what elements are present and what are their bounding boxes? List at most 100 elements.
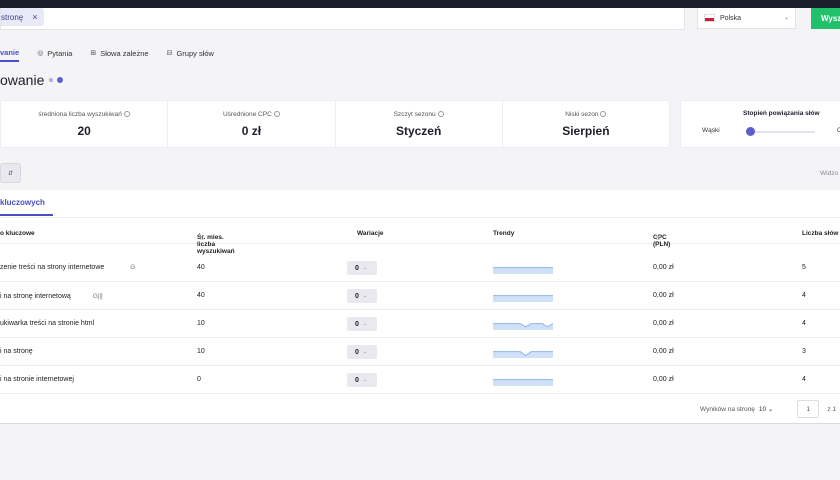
keyword-cell[interactable]: i na stronę internetową G|∥ xyxy=(0,292,103,300)
chevron-down-icon: ⌄ xyxy=(362,293,368,299)
page-count: z 1 xyxy=(827,405,837,413)
tab-label: Słowa zależne xyxy=(100,48,149,58)
tab-keywords[interactable]: kluczowych xyxy=(0,190,53,216)
info-icon[interactable] xyxy=(123,111,130,118)
translate-icon: ≋ xyxy=(48,77,54,84)
variations-value: 0 xyxy=(355,348,359,356)
stat-value: Sierpień xyxy=(562,124,610,138)
sparkline-svg xyxy=(493,379,553,386)
info-icon[interactable] xyxy=(273,111,280,118)
page-input[interactable]: 1 xyxy=(797,400,820,418)
keyword-text: i na stronie internetowej xyxy=(0,376,74,383)
trend-sparkline xyxy=(493,266,553,276)
tab-icon: ⊞ xyxy=(90,50,97,57)
keyword-cell[interactable]: ukiwarka treści na stronie html xyxy=(0,320,94,327)
country-name: Polska xyxy=(720,14,742,22)
country-select[interactable]: Polska ⌄ xyxy=(697,8,796,29)
table-header: o kluczowe Śr. mies. liczba wyszukiwań ⇅ … xyxy=(0,226,840,255)
per-page-select[interactable]: 10 ⌄ xyxy=(759,405,774,413)
keyword-text: i na stronę internetową xyxy=(0,293,71,300)
stat-label-text: średniona liczba wyszukiwań xyxy=(38,111,122,118)
search-row: stronę × Polska ⌄ Wysz xyxy=(0,8,840,38)
chevron-down-icon: ⌄ xyxy=(783,15,789,21)
filter-button[interactable]: ⇵ xyxy=(0,163,21,183)
stat-value: 0 zł xyxy=(241,124,262,138)
cpc-cell: 0,00 zł xyxy=(653,320,674,327)
word-count-cell: 4 xyxy=(802,320,806,327)
stats-panel: średniona liczba wyszukiwań 20 Uśrednione … xyxy=(0,100,670,148)
stat-card: Szczyt sezonu Styczeń xyxy=(336,101,503,147)
sort-icon: ⇅ xyxy=(655,235,661,242)
tab-icon: ◎ xyxy=(37,50,44,57)
google-icon[interactable]: G|∥ xyxy=(93,293,103,300)
sparkline-svg xyxy=(493,351,553,358)
poland-flag-icon xyxy=(704,14,715,22)
tab-label: Pytania xyxy=(47,48,73,58)
table-row[interactable]: i na stronę 10 0 ⌄ 0,00 zł 3 xyxy=(0,338,840,366)
variations-dropdown[interactable]: 0 ⌄ xyxy=(347,317,377,331)
variations-value: 0 xyxy=(355,264,359,272)
keyword-search-input[interactable]: stronę × xyxy=(0,8,685,30)
header-count[interactable]: Liczba słów xyxy=(802,230,838,237)
relatedness-slider-handle[interactable] xyxy=(746,127,755,136)
variations-dropdown[interactable]: 0 ⌄ xyxy=(347,345,377,359)
tab-1[interactable]: ◎ Pytania xyxy=(37,44,72,62)
stat-card: Niski sezon Sierpień xyxy=(503,101,669,147)
info-icon[interactable] xyxy=(437,111,444,118)
relatedness-panel: Stopień powiązania słów Wąski O xyxy=(680,100,840,148)
keyword-text: ukiwarka treści na stronie html xyxy=(0,320,95,327)
google-icon[interactable]: G xyxy=(130,264,135,271)
variations-dropdown[interactable]: 0 ⌄ xyxy=(347,261,377,275)
chevron-down-icon: ⌄ xyxy=(362,377,368,383)
header-trends: Trendy xyxy=(493,230,515,237)
keyword-cell[interactable]: i na stronie internetowej xyxy=(0,376,74,383)
chevron-down-icon: ⌄ xyxy=(362,265,368,271)
sparkline-area xyxy=(493,295,553,302)
chevron-down-icon: ⌄ xyxy=(767,406,774,413)
table-row[interactable]: i na stronę internetową G|∥ 40 0 ⌄ 0,00 zł 4 xyxy=(0,282,840,310)
stat-label-text: Uśrednione CPC xyxy=(222,111,272,118)
cpc-cell: 0,00 zł xyxy=(653,376,674,383)
sparkline-area xyxy=(493,351,553,358)
trend-sparkline xyxy=(493,378,553,388)
view-label: Widzo xyxy=(820,170,839,177)
info-icon[interactable] xyxy=(600,111,607,118)
stat-card: Uśrednione CPC 0 zł xyxy=(168,101,336,147)
table-row[interactable]: i na stronie internetowej 0 0 ⌄ 0,00 zł 4 xyxy=(0,366,840,394)
sparkline-svg xyxy=(493,295,553,302)
keywords-table: kluczowych o kluczowe Śr. mies. liczba w… xyxy=(0,190,840,424)
tab-0[interactable]: vanie xyxy=(0,44,20,62)
tab-2[interactable]: ⊞ Słowa zależne xyxy=(90,44,148,62)
volume-cell: 10 xyxy=(197,320,205,327)
relatedness-left-label: Wąski xyxy=(702,127,720,134)
chevron-down-icon: ⌄ xyxy=(362,321,368,327)
relatedness-title: Stopień powiązania słów xyxy=(743,110,820,117)
relatedness-slider-track[interactable] xyxy=(751,131,815,133)
chevron-down-icon: ⌄ xyxy=(362,349,368,355)
pagination: Wyników na stronę 10 ⌄ 1 z 1 xyxy=(700,400,836,418)
variations-dropdown[interactable]: 0 ⌄ xyxy=(347,289,377,303)
header-keyword[interactable]: o kluczowe xyxy=(0,230,35,237)
variations-dropdown[interactable]: 0 ⌄ xyxy=(347,373,377,387)
table-row[interactable]: ukiwarka treści na stronie html 10 0 ⌄ 0,00 … xyxy=(0,310,840,338)
info-icon[interactable] xyxy=(57,77,64,83)
variations-value: 0 xyxy=(355,320,359,328)
search-button[interactable]: Wysz xyxy=(811,8,840,29)
variations-value: 0 xyxy=(355,376,359,384)
tab-icon: ⊟ xyxy=(166,50,173,57)
keyword-chip[interactable]: stronę × xyxy=(1,8,44,26)
sort-icon: ⇅ xyxy=(199,235,205,242)
tab-3[interactable]: ⊟ Grupy słów xyxy=(167,44,214,62)
word-count-cell: 5 xyxy=(802,264,806,271)
trend-sparkline xyxy=(493,322,554,332)
variations-value: 0 xyxy=(355,292,359,300)
stat-label: Uśrednione CPC xyxy=(168,111,334,118)
keyword-cell[interactable]: i na stronę xyxy=(0,348,33,355)
top-app-bar xyxy=(0,0,840,8)
close-icon[interactable]: × xyxy=(32,12,37,22)
trend-sparkline xyxy=(493,350,553,360)
keyword-cell[interactable]: zenie treści na strony internetowe G xyxy=(0,264,135,271)
stat-value: 20 xyxy=(77,124,91,138)
table-row[interactable]: zenie treści na strony internetowe G 40 0 ⌄ 0… xyxy=(0,254,840,282)
results-tabs: vanie ◎ Pytania ⊞ Słowa zależne ⊟ Grupy słów xyxy=(0,44,232,62)
